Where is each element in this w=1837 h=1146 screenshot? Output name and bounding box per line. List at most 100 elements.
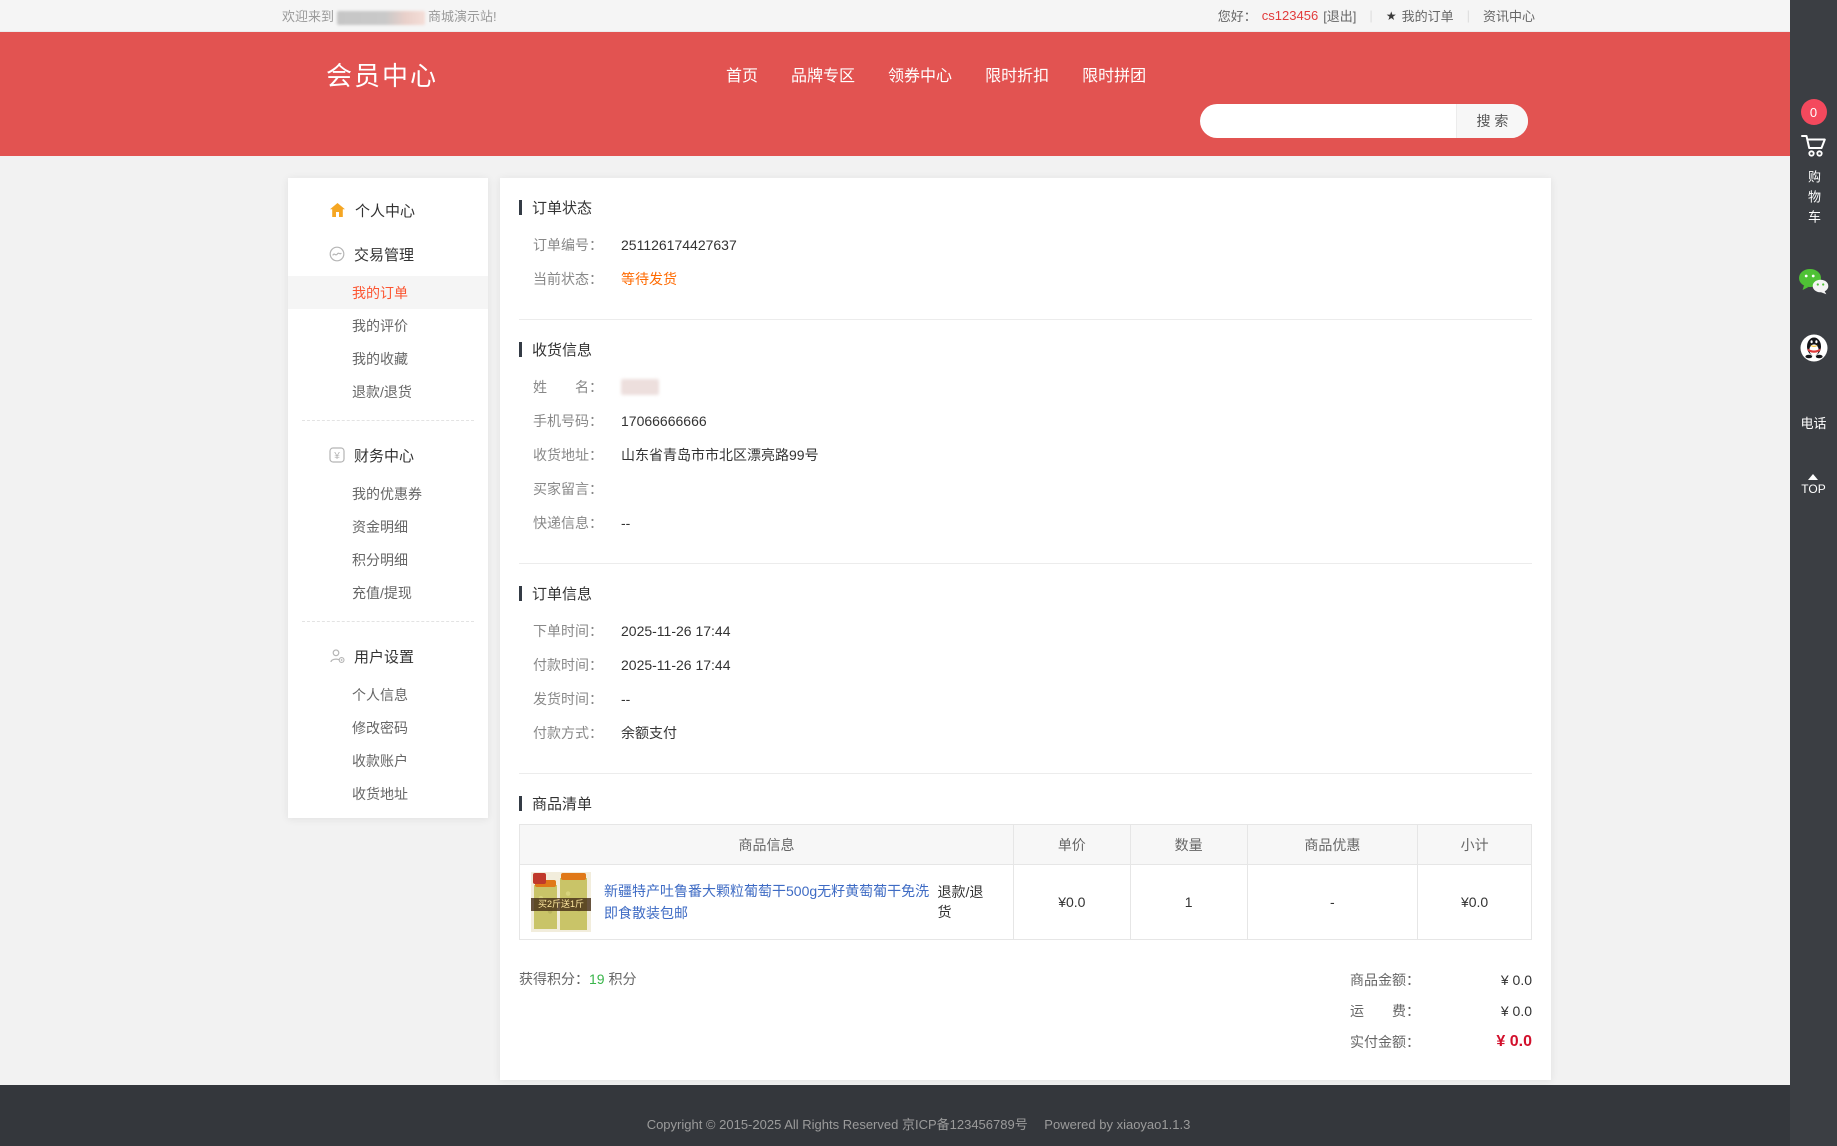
points-label: 获得积分： xyxy=(519,971,589,987)
row-label: 姓 名： xyxy=(533,379,603,395)
ship-time-value: -- xyxy=(621,691,631,707)
sidebar-item-points-detail[interactable]: 积分明细 xyxy=(288,543,488,576)
goods-amount-value: ¥ 0.0 xyxy=(1500,971,1532,988)
my-orders-link[interactable]: 我的订单 xyxy=(1402,6,1454,25)
freight-row: 运 费： ¥ 0.0 xyxy=(1350,995,1532,1026)
nav-brand-zone[interactable]: 品牌专区 xyxy=(791,62,855,86)
cart-button[interactable] xyxy=(1800,133,1828,164)
cart-icon xyxy=(1800,135,1826,157)
divider: | xyxy=(1466,8,1470,23)
page-title: 会员中心 xyxy=(326,60,439,91)
section-title: 订单信息 xyxy=(532,586,593,603)
product-title-link[interactable]: 新疆特产吐鲁番大颗粒葡萄干500g无籽黄萄葡干免洗即食散装包邮 xyxy=(604,880,937,924)
section-title-row: 收货信息 xyxy=(519,339,1532,360)
sidebar-item-my-favorites[interactable]: 我的收藏 xyxy=(288,342,488,375)
sidebar-item-coupons[interactable]: 我的优惠券 xyxy=(288,477,488,510)
section-title-bar xyxy=(519,796,522,811)
nav-flash-discount[interactable]: 限时折扣 xyxy=(985,62,1049,86)
product-cell: 买2斤送1斤 新疆特产吐鲁番大颗粒葡萄干500g无籽黄萄葡干免洗即食散装包邮 退… xyxy=(519,864,1014,940)
buyer-message-row: 买家留言： xyxy=(533,472,1532,506)
header-row: 会员中心 首页 品牌专区 领券中心 限时折扣 限时拼团 xyxy=(326,56,1837,92)
order-state-row: 当前状态： 等待发货 xyxy=(533,262,1532,296)
refund-link[interactable]: 退款/退货 xyxy=(937,882,996,922)
cart-vertical-label[interactable]: 购物车 xyxy=(1804,170,1823,230)
address-value: 山东省青岛市市北区漂亮路99号 xyxy=(621,447,819,463)
row-label: 付款时间： xyxy=(533,657,603,673)
search-input[interactable] xyxy=(1200,104,1456,138)
sidebar-divider xyxy=(302,420,474,421)
points-earned: 获得积分：19 积分 xyxy=(519,964,636,1057)
sidebar-group-personal-center[interactable]: 个人中心 xyxy=(288,188,488,232)
sidebar-item-refunds[interactable]: 退款/退货 xyxy=(288,375,488,408)
order-number-value: 251126174427637 xyxy=(621,237,737,253)
finance-icon: ¥ xyxy=(329,447,345,463)
sidebar-group-finance-center[interactable]: ¥ 财务中心 xyxy=(288,433,488,477)
totals-block: 商品金额： ¥ 0.0 运 费： ¥ 0.0 实付金额： ¥ 0.0 xyxy=(1350,964,1532,1057)
main-nav: 首页 品牌专区 领券中心 限时折扣 限时拼团 xyxy=(726,62,1146,86)
welcome-suffix: 商城演示站! xyxy=(428,9,497,24)
section-title: 收货信息 xyxy=(532,342,593,359)
col-discount: 商品优惠 xyxy=(1246,824,1419,865)
row-label: 订单编号： xyxy=(533,237,603,253)
trade-icon xyxy=(329,246,345,262)
back-to-top-button[interactable]: TOP xyxy=(1801,474,1826,496)
shipping-info-section: 收货信息 姓 名： 手机号码： 17066666666 收货地址： 山东省青岛市… xyxy=(519,320,1532,564)
row-label: 付款方式： xyxy=(533,725,603,741)
redacted-site-name xyxy=(337,10,426,25)
row-label: 当前状态： xyxy=(533,271,603,287)
order-status-section: 订单状态 订单编号： 251126174427637 当前状态： 等待发货 xyxy=(519,178,1532,320)
total-label: 商品金额： xyxy=(1350,971,1420,988)
quantity-cell: 1 xyxy=(1129,864,1248,940)
wechat-button[interactable] xyxy=(1798,268,1829,300)
nav-home[interactable]: 首页 xyxy=(726,62,758,86)
sidebar-item-recharge-withdraw[interactable]: 充值/提现 xyxy=(288,576,488,609)
goods-table-header-row: 商品信息 单价 数量 商品优惠 小计 xyxy=(519,824,1532,865)
sidebar-item-my-orders[interactable]: 我的订单 xyxy=(288,276,488,309)
logout-link[interactable]: [退出] xyxy=(1323,6,1356,25)
cart-count-badge: 0 xyxy=(1800,99,1827,125)
user-settings-icon xyxy=(330,649,345,663)
svg-text:¥: ¥ xyxy=(333,451,340,462)
search-box: 搜 索 xyxy=(1200,104,1528,138)
nav-group-buy[interactable]: 限时拼团 xyxy=(1082,62,1146,86)
order-detail-panel: 订单状态 订单编号： 251126174427637 当前状态： 等待发货 收货… xyxy=(500,178,1551,1080)
row-label: 手机号码： xyxy=(533,413,603,429)
username-link[interactable]: cs123456 xyxy=(1262,8,1318,23)
nav-coupon-center[interactable]: 领券中心 xyxy=(888,62,952,86)
phone-button[interactable]: 电话 xyxy=(1800,413,1826,432)
search-button[interactable]: 搜 索 xyxy=(1456,104,1528,138)
qq-button[interactable] xyxy=(1800,334,1828,367)
sidebar-item-funds-detail[interactable]: 资金明细 xyxy=(288,510,488,543)
welcome-prefix: 欢迎来到 xyxy=(282,9,335,24)
pay-time-row: 付款时间： 2025-11-26 17:44 xyxy=(533,648,1532,682)
search-row: 搜 索 xyxy=(326,104,1837,138)
total-label: 实付金额： xyxy=(1350,1033,1420,1050)
section-title-bar xyxy=(519,586,522,601)
paid-amount-row: 实付金额： ¥ 0.0 xyxy=(1350,1026,1532,1057)
sidebar-item-my-reviews[interactable]: 我的评价 xyxy=(288,309,488,342)
sidebar-item-profile[interactable]: 个人信息 xyxy=(288,678,488,711)
sidebar-group-title: 交易管理 xyxy=(354,246,415,264)
order-time-value: 2025-11-26 17:44 xyxy=(621,623,731,639)
section-title-row: 订单信息 xyxy=(519,583,1532,604)
sidebar-item-payment-account[interactable]: 收款账户 xyxy=(288,744,488,777)
sidebar-item-shipping-address[interactable]: 收货地址 xyxy=(288,777,488,810)
col-subtotal: 小计 xyxy=(1417,824,1532,865)
qq-icon xyxy=(1800,334,1827,362)
sidebar-group-user-settings[interactable]: 用户设置 xyxy=(288,634,488,678)
section-title-row: 订单状态 xyxy=(519,197,1532,218)
ship-time-row: 发货时间： -- xyxy=(533,682,1532,716)
row-label: 下单时间： xyxy=(533,623,603,639)
row-label: 收货地址： xyxy=(533,447,603,463)
col-quantity: 数量 xyxy=(1129,824,1248,865)
top-utility-bar: 欢迎来到 商城演示站! 您好： cs123456 [退出] | ★ 我的订单 | … xyxy=(0,0,1837,32)
top-label: TOP xyxy=(1801,482,1826,496)
product-thumbnail[interactable]: 买2斤送1斤 xyxy=(531,872,591,932)
section-title: 商品清单 xyxy=(532,796,593,813)
goods-table: 商品信息 单价 数量 商品优惠 小计 买2斤送1斤 新疆特产吐鲁番大颗粒葡萄干5… xyxy=(519,824,1532,940)
promo-band-text: 买2斤送1斤 xyxy=(531,898,591,911)
news-center-link[interactable]: 资讯中心 xyxy=(1483,6,1535,25)
sidebar-group-trade-management[interactable]: 交易管理 xyxy=(288,232,488,276)
sidebar-item-change-password[interactable]: 修改密码 xyxy=(288,711,488,744)
home-icon xyxy=(330,203,345,217)
